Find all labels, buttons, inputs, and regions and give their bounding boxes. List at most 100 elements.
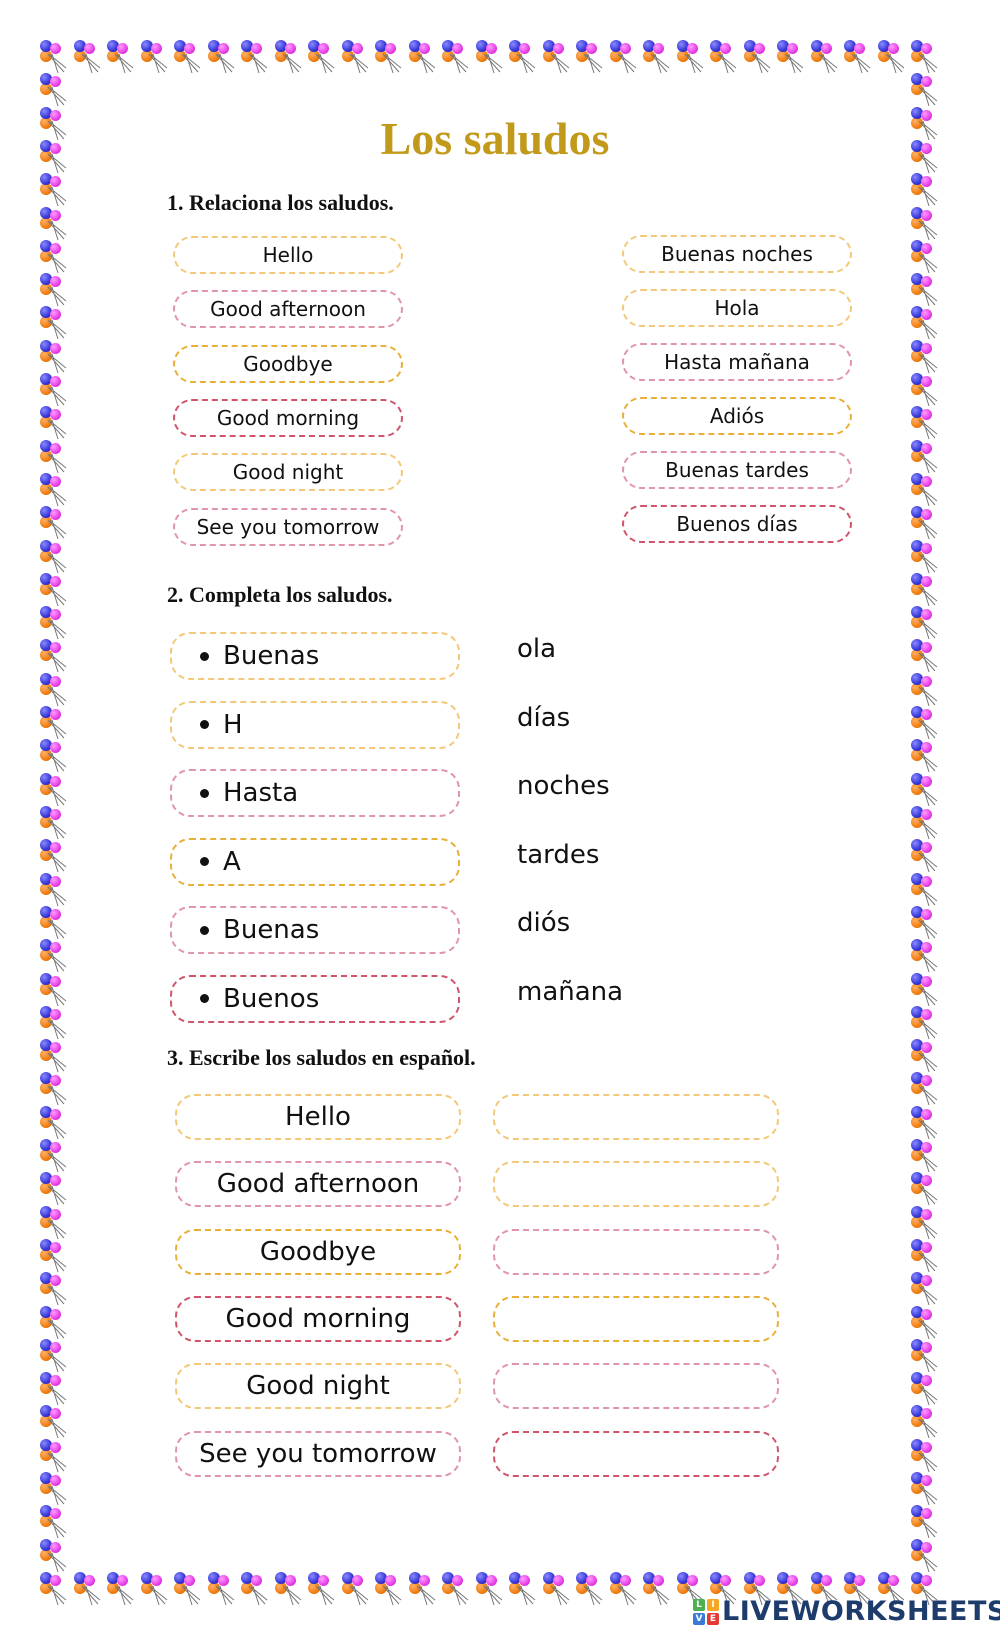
balloon-icon — [40, 1538, 68, 1572]
balloon-icon — [911, 1238, 939, 1273]
spanish-answer-input[interactable] — [493, 1228, 779, 1275]
word-ending[interactable]: mañana — [517, 977, 623, 1007]
balloon-icon — [40, 239, 68, 273]
match-item-right-label: Hola — [714, 296, 760, 320]
balloon-icon — [911, 1205, 939, 1239]
complete-prompt[interactable]: Buenas — [170, 906, 460, 954]
balloon-icon — [40, 1338, 68, 1373]
logo-letter: L — [693, 1598, 705, 1611]
balloon-icon — [107, 40, 135, 74]
balloon-icon — [40, 1172, 68, 1206]
spanish-answer-input[interactable] — [493, 1295, 779, 1342]
match-item-right[interactable]: Buenas tardes — [622, 451, 852, 489]
english-greeting-label: Good afternoon — [216, 1169, 420, 1200]
spanish-answer-input[interactable] — [493, 1161, 779, 1208]
balloon-icon — [643, 40, 671, 74]
balloon-icon — [877, 40, 906, 74]
match-item-right[interactable]: Buenas noches — [622, 235, 852, 273]
word-ending[interactable]: tardes — [517, 840, 599, 870]
complete-prompt[interactable]: Hasta — [170, 769, 460, 817]
complete-prompt[interactable]: H — [170, 700, 460, 749]
balloon-icon — [40, 173, 68, 207]
balloon-icon — [911, 1505, 939, 1539]
spanish-answer-input[interactable] — [493, 1094, 779, 1140]
match-item-right-label: Buenos días — [676, 512, 798, 536]
balloon-icon — [911, 806, 939, 840]
complete-prompt[interactable]: Buenas — [170, 632, 460, 680]
match-item-right-label: Adiós — [709, 404, 765, 428]
english-greeting: Goodbye — [175, 1228, 461, 1275]
word-ending[interactable]: diós — [517, 908, 570, 938]
english-greeting: See you tomorrow — [175, 1430, 461, 1477]
balloon-icon — [911, 939, 939, 973]
section-2-heading: 2. Completa los saludos. — [167, 582, 393, 607]
logo-letter: E — [707, 1612, 719, 1625]
bullet-icon — [200, 857, 209, 866]
balloon-icon — [107, 1572, 135, 1606]
balloon-icon — [40, 73, 68, 107]
bullet-icon — [200, 925, 209, 935]
balloon-icon — [911, 406, 939, 440]
complete-prompt-label: Buenos — [223, 983, 320, 1014]
balloon-icon — [911, 872, 939, 906]
page-title: Los saludos — [380, 113, 610, 164]
balloon-icon — [40, 839, 68, 873]
balloon-icon — [40, 273, 68, 307]
balloon-icon — [40, 472, 68, 507]
match-item-right[interactable]: Buenos días — [622, 505, 852, 543]
balloon-icon — [40, 606, 68, 640]
spanish-answer-input[interactable] — [493, 1363, 779, 1410]
spanish-answer-input[interactable] — [493, 1430, 779, 1477]
word-ending[interactable]: noches — [517, 771, 610, 801]
match-item-right-label: Buenas noches — [661, 242, 813, 266]
balloon-icon — [274, 1572, 303, 1606]
liveworksheets-logo[interactable]: L I V E LIVEWORKSHEETS — [693, 1596, 1000, 1627]
balloon-icon — [911, 1438, 939, 1472]
balloon-icon — [911, 206, 939, 240]
balloon-icon — [40, 872, 68, 906]
match-item-right[interactable]: Adiós — [622, 397, 852, 435]
balloon-icon — [911, 173, 939, 207]
balloon-icon — [140, 40, 169, 74]
balloon-icon — [40, 1405, 68, 1439]
balloon-icon — [241, 40, 269, 74]
match-item-right[interactable]: Hasta mañana — [622, 343, 852, 381]
balloon-icon — [509, 1572, 537, 1606]
balloon-icon — [911, 1272, 939, 1306]
balloon-icon — [911, 472, 939, 507]
balloon-icon — [911, 772, 939, 806]
balloon-icon — [911, 706, 939, 740]
match-item-left[interactable]: Good morning — [173, 398, 403, 437]
balloon-icon — [911, 73, 939, 107]
english-greeting: Good afternoon — [175, 1161, 461, 1208]
match-item-left[interactable]: Hello — [173, 236, 403, 274]
balloon-icon — [40, 539, 68, 573]
complete-prompt[interactable]: Buenos — [170, 974, 460, 1023]
balloon-icon — [174, 40, 202, 74]
match-item-left[interactable]: Good night — [173, 453, 403, 492]
match-item-left[interactable]: Good afternoon — [173, 290, 403, 329]
balloon-icon — [911, 40, 939, 74]
balloon-icon — [911, 339, 939, 373]
live-logo-icon: L I V E — [693, 1598, 719, 1625]
english-greeting-label: Good night — [246, 1371, 390, 1402]
balloon-icon — [844, 40, 872, 74]
match-item-left[interactable]: Goodbye — [173, 344, 403, 383]
balloon-icon — [743, 40, 772, 74]
word-ending[interactable]: ola — [517, 634, 556, 664]
balloon-icon — [40, 1139, 68, 1173]
balloon-icon — [542, 1572, 571, 1606]
balloon-icon — [509, 40, 537, 74]
word-ending[interactable]: días — [517, 703, 570, 733]
match-item-left[interactable]: See you tomorrow — [173, 507, 403, 546]
balloon-icon — [40, 506, 68, 540]
match-item-right[interactable]: Hola — [622, 289, 852, 327]
balloon-icon — [475, 40, 504, 74]
brand-name: LIVEWORKSHEETS — [722, 1596, 1000, 1627]
balloon-icon — [40, 1105, 68, 1139]
balloon-icon — [40, 639, 68, 673]
balloon-icon — [375, 1572, 403, 1606]
bullet-icon — [200, 994, 209, 1003]
complete-prompt[interactable]: A — [170, 837, 460, 886]
balloon-icon — [375, 40, 403, 74]
